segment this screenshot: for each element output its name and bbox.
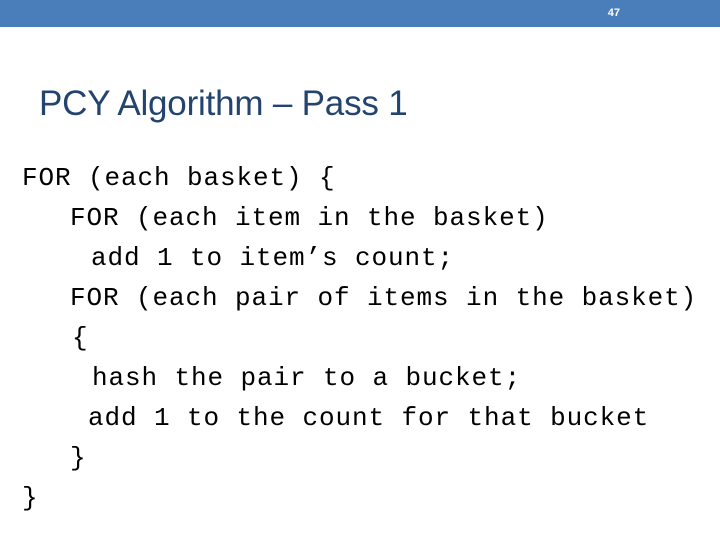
slide: 47 PCY Algorithm – Pass 1 FOR (each bask… [0,0,720,540]
code-line: add 1 to item’s count; [91,243,455,273]
code-line: FOR (each basket) { [22,163,336,193]
code-line: hash the pair to a bucket; [92,363,522,393]
code-line: add 1 to the count for that bucket [88,403,650,433]
slide-number: 47 [607,7,620,19]
code-block: FOR (each basket) { FOR (each item in the… [0,158,720,518]
page-title: PCY Algorithm – Pass 1 [39,84,408,124]
code-line: FOR (each item in the basket) [70,203,549,233]
code-line: } [70,443,87,473]
code-line: { [72,323,89,353]
code-line: FOR (each pair of items in the basket) [70,283,698,313]
code-line: } [22,483,39,513]
